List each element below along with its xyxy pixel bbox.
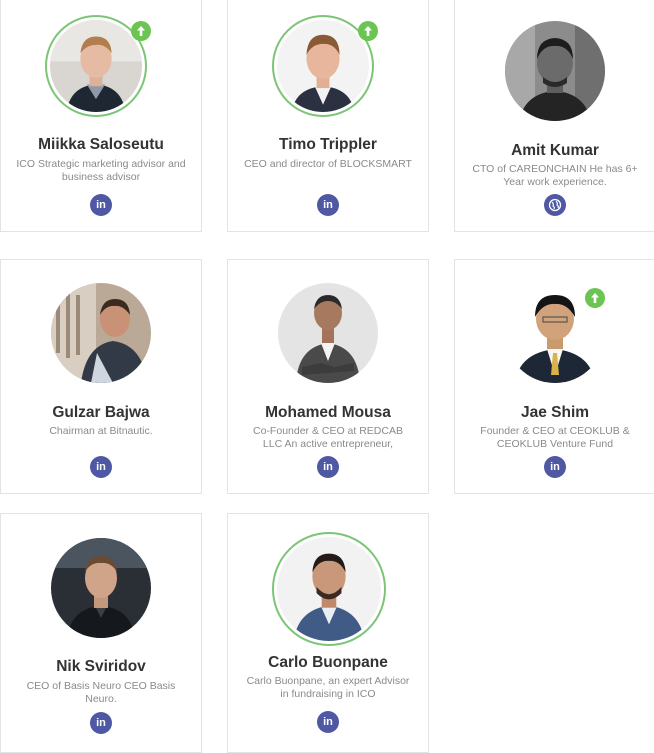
linkedin-icon[interactable]: in xyxy=(317,194,339,216)
linkedin-icon[interactable]: in xyxy=(90,712,112,734)
linkedin-label: in xyxy=(96,461,106,473)
arrow-up-icon xyxy=(131,21,151,41)
member-role: Founder & CEO at CEOKLUB & CEOKLUB Ventu… xyxy=(480,425,630,450)
linkedin-label: in xyxy=(550,461,560,473)
avatar-photo xyxy=(51,283,151,383)
avatar-ring xyxy=(272,532,386,646)
avatar-photo xyxy=(505,21,605,121)
member-name: Carlo Buonpane xyxy=(268,654,388,671)
linkedin-icon[interactable]: in xyxy=(317,456,339,478)
linkedin-icon[interactable]: in xyxy=(544,456,566,478)
avatar-photo xyxy=(277,537,381,641)
linkedin-label: in xyxy=(323,716,333,728)
member-name: Miikka Saloseutu xyxy=(38,136,164,153)
member-role: CEO of Basis Neuro CEO Basis Neuro. xyxy=(26,680,176,705)
member-name: Jae Shim xyxy=(520,404,590,421)
member-role: Co-Founder & CEO at REDCAB LLC An active… xyxy=(253,425,403,450)
linkedin-label: in xyxy=(323,199,333,211)
member-name: Nik Sviridov xyxy=(56,658,146,675)
linkedin-icon[interactable]: in xyxy=(90,194,112,216)
avatar[interactable] xyxy=(277,537,381,641)
avatar-ring xyxy=(51,538,151,638)
linkedin-icon[interactable]: in xyxy=(317,711,339,733)
avatar[interactable] xyxy=(51,283,151,383)
team-card-timo-trippler: Timo Trippler CEO and director of BLOCKS… xyxy=(227,0,429,232)
avatar-ring xyxy=(51,283,151,383)
member-role: CEO and director of BLOCKSMART xyxy=(244,158,412,170)
member-role: ICO Strategic marketing advisor and busi… xyxy=(16,158,186,183)
team-card-mohamed-mousa: Mohamed Mousa Co-Founder & CEO at REDCAB… xyxy=(227,259,429,494)
avatar-photo xyxy=(51,538,151,638)
linkedin-icon[interactable]: in xyxy=(90,456,112,478)
team-card-carlo-buonpane: Carlo Buonpane Carlo Buonpane, an expert… xyxy=(227,513,429,753)
linkedin-label: in xyxy=(96,199,106,211)
arrow-up-icon xyxy=(585,288,605,308)
avatar-ring xyxy=(278,283,378,383)
avatar[interactable] xyxy=(278,283,378,383)
team-card-gulzar-bajwa: Gulzar Bajwa Chairman at Bitnautic. in xyxy=(0,259,202,494)
linkedin-label: in xyxy=(323,461,333,473)
member-role: Carlo Buonpane, an expert Advisor in fun… xyxy=(246,675,410,700)
avatar[interactable] xyxy=(51,538,151,638)
avatar-photo xyxy=(50,20,142,112)
avatar[interactable] xyxy=(50,20,142,112)
linkedin-label: in xyxy=(96,717,106,729)
team-card-amit-kumar: Amit Kumar CTO of CAREONCHAIN He has 6+ … xyxy=(454,0,654,232)
member-name: Gulzar Bajwa xyxy=(52,404,150,421)
member-role: Chairman at Bitnautic. xyxy=(49,425,153,437)
globe-icon[interactable] xyxy=(544,194,566,216)
avatar-photo xyxy=(278,283,378,383)
member-name: Mohamed Mousa xyxy=(265,404,391,421)
member-name: Timo Trippler xyxy=(279,136,377,153)
team-card-nik-sviridov: Nik Sviridov CEO of Basis Neuro CEO Basi… xyxy=(0,513,202,753)
avatar[interactable] xyxy=(505,21,605,121)
team-card-miikka-saloseutu: Miikka Saloseutu ICO Strategic marketing… xyxy=(0,0,202,232)
arrow-up-icon xyxy=(358,21,378,41)
member-name: Amit Kumar xyxy=(511,142,599,159)
avatar-ring xyxy=(505,21,605,121)
avatar[interactable] xyxy=(277,20,369,112)
avatar-photo xyxy=(277,20,369,112)
team-card-jae-shim: Jae Shim Founder & CEO at CEOKLUB & CEOK… xyxy=(454,259,654,494)
member-role: CTO of CAREONCHAIN He has 6+ Year work e… xyxy=(472,163,638,188)
